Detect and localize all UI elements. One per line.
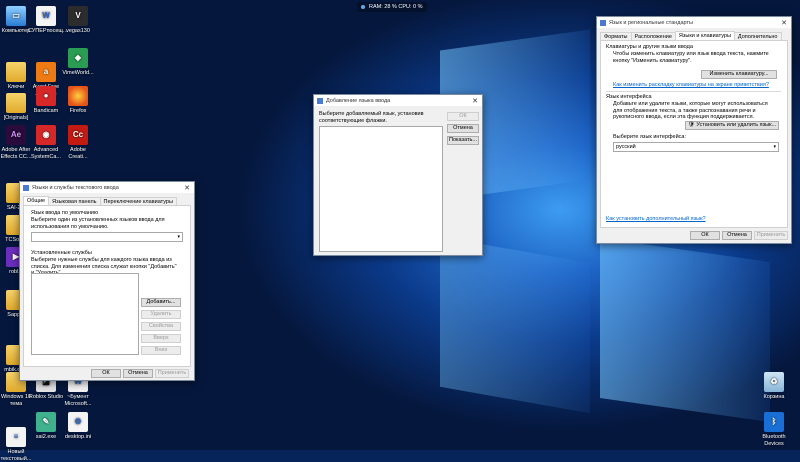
choose-language-label: Выберите язык интерфейса: [613, 134, 687, 140]
desktop-shortcut-label: Bandicam [33, 108, 59, 114]
folder-icon [6, 62, 26, 82]
desktop-shortcut[interactable]: Cc Adobe Creati... [60, 125, 96, 160]
firefox-icon [68, 86, 88, 106]
keyboard-layout-link[interactable]: Как изменить раскладку клавиатуры на экр… [613, 82, 769, 88]
keyboard-icon [317, 97, 323, 104]
ok-button[interactable]: ОК [690, 231, 720, 240]
keyboards-heading: Клавиатуры и другие языки ввода [606, 44, 693, 50]
text-services-window[interactable]: Языки и службы текстового ввода ✕ Общие … [19, 181, 195, 381]
install-language-link[interactable]: Как установить дополнительный язык? [606, 216, 706, 222]
window-title: Язык и региональные стандарты [609, 19, 693, 26]
avast-icon: a [36, 62, 56, 82]
display-language-select[interactable]: русский ▾ [613, 142, 779, 152]
selected-language: русский [616, 144, 636, 150]
keyboard-icon [23, 184, 29, 191]
vimeworld-icon: ◆ [68, 48, 88, 68]
desktop-shortcut-label: vegas130 [66, 28, 90, 34]
desktop-shortcut-label: Корзина [763, 394, 785, 400]
installed-services-heading: Установленные службы [31, 250, 92, 256]
computer-icon: ▭ [6, 6, 26, 26]
install-uninstall-language-button[interactable]: 🛡 Установить или удалить язык... [685, 121, 779, 130]
monitor-icon [361, 5, 365, 9]
bandicam-icon: ● [36, 86, 56, 106]
title-bar[interactable]: Язык и региональные стандарты ✕ [597, 17, 791, 28]
close-button[interactable]: ✕ [180, 184, 194, 192]
desktop-shortcut-label: Firefox [69, 108, 87, 114]
desktop-shortcut-label: СУПЕРпосещ... [28, 28, 68, 34]
ok-button[interactable]: ОК [447, 112, 479, 121]
recycle-bin-icon: ♻ [764, 372, 784, 392]
after-effects-icon: Ae [6, 125, 26, 145]
desktop-shortcut-label: sai2.exe [35, 434, 57, 440]
preview-button[interactable]: Показать... [447, 136, 479, 145]
keyboards-description: Чтобы изменить клавиатуру или язык ввода… [613, 51, 769, 64]
desktop-shortcut[interactable]: ✎ sai2.exe [28, 412, 64, 441]
window-title: Языки и службы текстового ввода [32, 184, 119, 191]
dialog-title: Добавление языка ввода [326, 97, 391, 104]
desktop-shortcut-label: Новый текстовый... [0, 449, 32, 462]
move-up-button[interactable]: Вверх [141, 334, 181, 343]
install-uninstall-label: Установить или удалить язык... [696, 122, 777, 128]
desktop-shortcut-label: Adobe Creati... [68, 147, 88, 160]
vegas-icon: V [68, 6, 88, 26]
desktop-shortcut[interactable]: ◉ Advanced SystemCa... [28, 125, 64, 160]
default-language-select[interactable]: ▾ [31, 232, 183, 242]
globe-icon [600, 19, 606, 26]
add-language-description: Выберите добавляемый язык, установив соо… [319, 111, 424, 124]
language-tree[interactable] [319, 126, 443, 252]
desktop-shortcut-label: VimeWorld... [62, 70, 94, 76]
close-button[interactable]: ✕ [468, 97, 482, 105]
display-language-description: Добавьте или удалите языки, которые могу… [613, 101, 768, 120]
desktop-shortcut-label: Roblox Studio [28, 394, 64, 400]
sai-icon: ✎ [36, 412, 56, 432]
desktop-shortcut-label: Bluetooth Devices [762, 434, 786, 447]
move-down-button[interactable]: Вниз [141, 346, 181, 355]
cancel-button[interactable]: Отмена [722, 231, 752, 240]
desktop-shortcut[interactable]: ⚙ desktop.ini [60, 412, 96, 441]
desktop-shortcut[interactable]: ● Bandicam [28, 86, 64, 115]
cancel-button[interactable]: Отмена [123, 369, 153, 378]
display-language-heading: Язык интерфейса [606, 94, 652, 100]
region-language-window[interactable]: Язык и региональные стандарты ✕ Форматы … [596, 16, 792, 244]
settings-file-icon: ⚙ [68, 412, 88, 432]
add-input-language-dialog[interactable]: Добавление языка ввода ✕ Выберите добавл… [313, 94, 483, 256]
add-button[interactable]: Добавить... [141, 298, 181, 307]
ok-button[interactable]: ОК [91, 369, 121, 378]
text-file-icon: ≡ [6, 427, 26, 447]
folder-icon [6, 93, 26, 113]
desktop-shortcut[interactable]: ᛒ Bluetooth Devices [756, 412, 792, 447]
system-monitor-bar: RAM: 28 % CPU: 0 % [357, 2, 427, 12]
keyboards-languages-panel: Клавиатуры и другие языки ввода Чтобы из… [600, 40, 788, 228]
desktop-shortcut[interactable]: Firefox [60, 86, 96, 115]
desktop-shortcut[interactable]: W СУПЕРпосещ... [28, 6, 68, 35]
chevron-down-icon: ▾ [773, 144, 776, 150]
properties-button[interactable]: Свойства [141, 322, 181, 331]
title-bar[interactable]: Языки и службы текстового ввода ✕ [20, 182, 194, 193]
desktop-shortcut-label: Advanced SystemCa... [31, 147, 61, 160]
cancel-button[interactable]: Отмена [447, 124, 479, 133]
default-language-heading: Язык ввода по умолчанию [31, 210, 99, 216]
apply-button[interactable]: Применить [754, 231, 788, 240]
chevron-down-icon: ▾ [177, 234, 180, 240]
divider [606, 91, 781, 92]
desktop-shortcut-label: desktop.ini [64, 434, 92, 440]
title-bar[interactable]: Добавление языка ввода ✕ [314, 95, 482, 106]
desktop-shortcut[interactable]: ♻ Корзина [756, 372, 792, 401]
bluetooth-icon: ᛒ [764, 412, 784, 432]
installed-services-list[interactable] [31, 273, 139, 355]
general-panel: Язык ввода по умолчанию Выберите один из… [23, 205, 191, 367]
desktop-shortcut[interactable]: ◆ VimeWorld... [60, 48, 96, 77]
remove-button[interactable]: Удалить [141, 310, 181, 319]
document-icon: W [36, 6, 56, 26]
close-button[interactable]: ✕ [777, 19, 791, 27]
default-language-description: Выберите один из установленных языков вв… [31, 217, 165, 230]
apply-button[interactable]: Применить [155, 369, 189, 378]
desktop-shortcut-label: ~Бумент Microsoft... [64, 394, 92, 407]
desktop-shortcut-label: [Originals] [3, 115, 29, 121]
ram-cpu-readout: RAM: 28 % CPU: 0 % [369, 4, 423, 10]
advanced-systemcare-icon: ◉ [36, 125, 56, 145]
adobe-cc-icon: Cc [68, 125, 88, 145]
change-keyboard-button[interactable]: Изменить клавиатуру... [701, 70, 777, 79]
desktop-shortcut[interactable]: Vvegas130 [60, 6, 96, 35]
